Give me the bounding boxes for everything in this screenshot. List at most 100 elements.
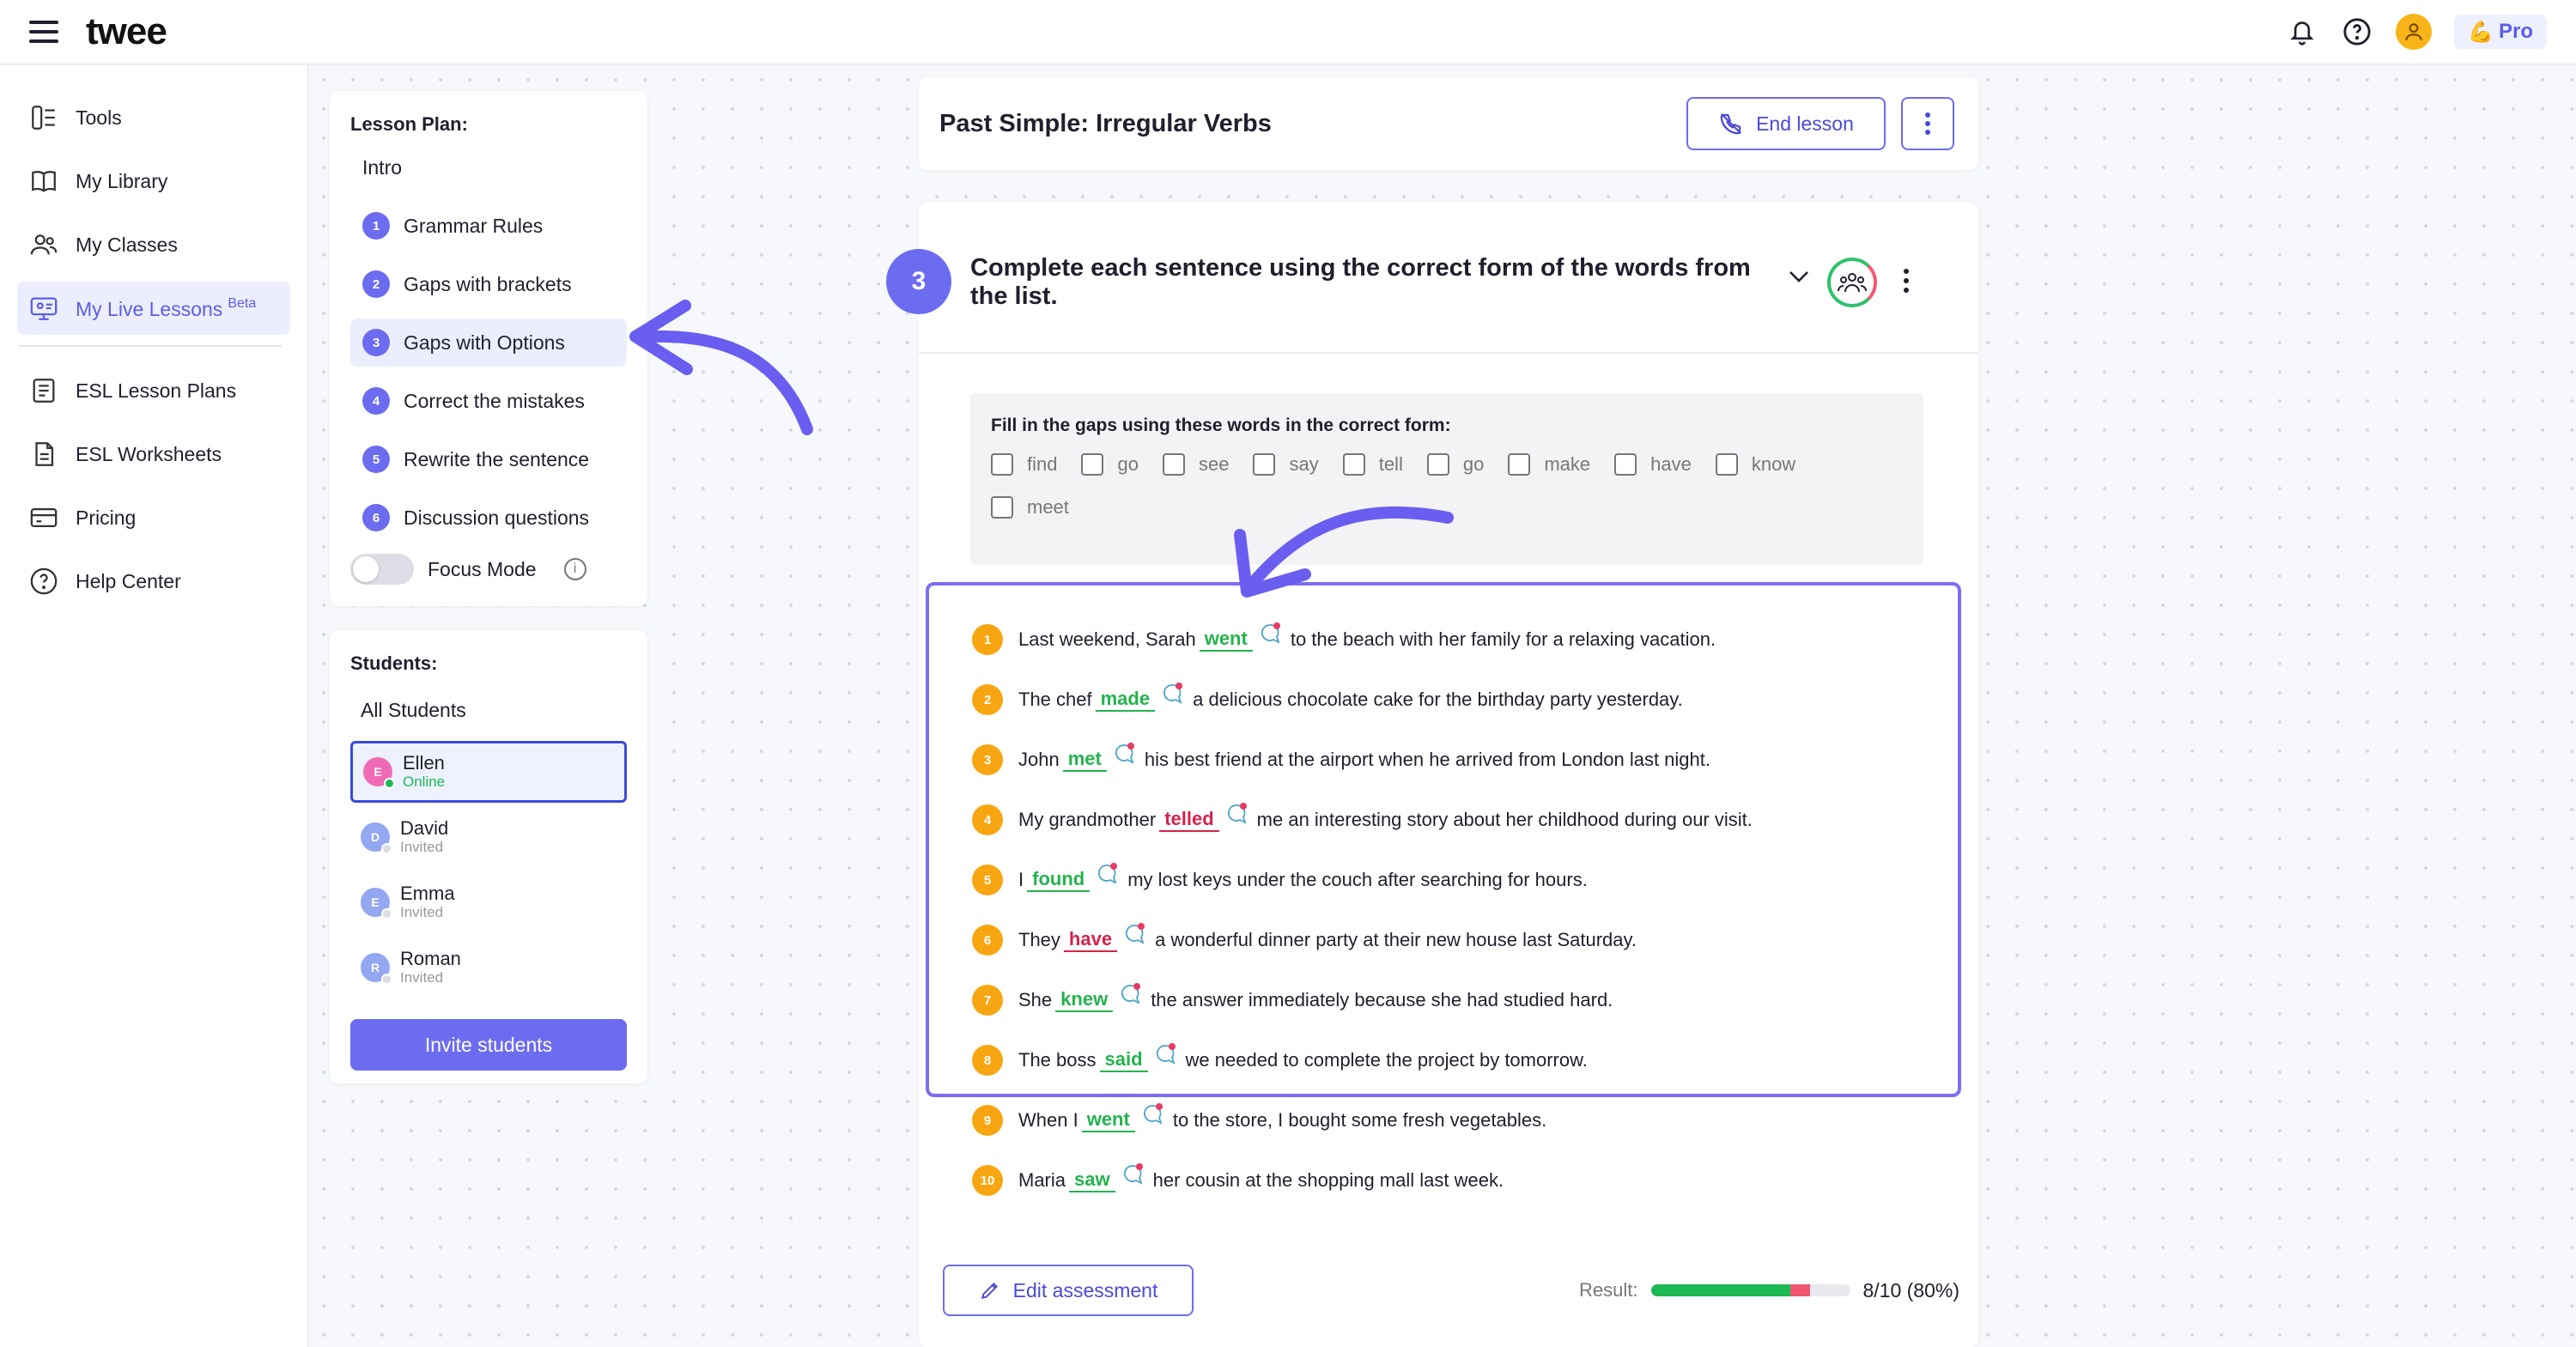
invite-students-button[interactable]: Invite students (350, 1019, 627, 1071)
exercise-kebab-icon[interactable] (1903, 268, 1910, 298)
sentence-text-before: The chef (1018, 689, 1092, 710)
comment-icon[interactable] (1258, 621, 1284, 646)
student-item-ellen[interactable]: E Ellen Online (350, 741, 627, 803)
comment-icon[interactable] (1121, 1162, 1146, 1187)
app-logo[interactable]: twee (86, 10, 167, 53)
checkbox[interactable] (1426, 453, 1449, 476)
info-icon[interactable]: i (563, 558, 586, 580)
group-icon[interactable] (1827, 258, 1877, 307)
word-bank-title: Fill in the gaps using these words in th… (991, 416, 1451, 435)
checkbox[interactable] (991, 453, 1013, 476)
user-avatar[interactable] (2396, 14, 2433, 50)
comment-icon[interactable] (1140, 1101, 1166, 1127)
word-option[interactable]: say (1253, 453, 1319, 476)
nav-my-library[interactable]: My Library (17, 155, 290, 208)
comment-icon[interactable] (1112, 741, 1138, 767)
checkbox[interactable] (1715, 453, 1738, 476)
student-answer[interactable]: saw (1069, 1168, 1115, 1192)
checkbox[interactable] (991, 496, 1013, 519)
classes-icon (30, 234, 58, 255)
sentences-list: 1 Last weekend, Sarah went to the beach wit… (926, 582, 1961, 1196)
sentence-row: 3 John met his best friend at the airport w… (972, 730, 1915, 790)
sentence-number-badge: 10 (972, 1165, 1003, 1196)
sentence-text-before: When I (1018, 1109, 1078, 1131)
exercise-card: 3 Complete each sentence using the corre… (886, 203, 1978, 1347)
checkbox[interactable] (1508, 453, 1531, 476)
student-answer[interactable]: said (1099, 1048, 1148, 1072)
nav-my-live-lessons[interactable]: My Live Lessons Beta (17, 282, 290, 335)
sentence-text-before: Last weekend, Sarah (1018, 628, 1196, 650)
student-answer[interactable]: knew (1055, 988, 1114, 1012)
sentence-number-badge: 8 (972, 1045, 1003, 1076)
lesson-plan-item[interactable]: 6 Discussion questions (350, 494, 627, 542)
student-answer[interactable]: telled (1159, 808, 1219, 832)
lesson-plan-item[interactable]: 2 Gaps with brackets (350, 260, 627, 308)
nav-esl-lesson-plans[interactable]: ESL Lesson Plans (17, 364, 290, 417)
student-answer[interactable]: went (1081, 1108, 1135, 1132)
word-option[interactable]: know (1715, 453, 1795, 476)
students-title: Students: (350, 652, 438, 674)
comment-icon[interactable] (1122, 921, 1148, 947)
student-answer[interactable]: have (1063, 928, 1118, 952)
student-answer[interactable]: found (1027, 868, 1091, 892)
end-lesson-button[interactable]: End lesson (1686, 97, 1886, 150)
sentence-text-after: we needed to complete the project by tom… (1185, 1049, 1588, 1071)
word-option[interactable]: tell (1342, 453, 1403, 476)
comment-icon[interactable] (1118, 981, 1144, 1007)
lesson-plan-panel: Lesson Plan: Intro 1 Grammar Rules 2 Gap… (330, 91, 647, 606)
word-option[interactable]: see (1162, 453, 1229, 476)
bell-icon[interactable] (2286, 15, 2318, 48)
pro-badge[interactable]: 💪 Pro (2454, 15, 2547, 49)
word-option[interactable]: meet (991, 496, 1069, 519)
student-item-david[interactable]: D David Invited (350, 806, 627, 868)
status-badge: Invited (400, 904, 444, 920)
student-answer[interactable]: went (1199, 628, 1253, 652)
word-option[interactable]: have (1614, 453, 1692, 476)
nav-tools[interactable]: Tools (17, 91, 290, 144)
phone-off-icon (1720, 112, 1742, 135)
more-options-button[interactable] (1901, 97, 1954, 150)
word-option[interactable]: go (1081, 453, 1139, 476)
pricing-icon (30, 507, 58, 528)
top-bar: twee 💪 Pro (0, 0, 2576, 65)
tools-icon (32, 106, 55, 130)
comment-icon[interactable] (1160, 681, 1186, 707)
word-option[interactable]: go (1426, 453, 1484, 476)
student-answer[interactable]: made (1095, 688, 1156, 712)
focus-mode-toggle[interactable] (350, 554, 414, 585)
checkbox[interactable] (1253, 453, 1276, 476)
sentence-row: 2 The chef made a delicious chocolate cake … (972, 670, 1915, 730)
comment-icon[interactable] (1224, 801, 1250, 827)
muscle-icon: 💪 (2468, 20, 2494, 44)
lesson-plan-intro[interactable]: Intro (350, 156, 627, 179)
word-option[interactable]: make (1508, 453, 1590, 476)
sentence-number-badge: 7 (972, 985, 1003, 1016)
checkbox[interactable] (1081, 453, 1104, 476)
avatar: E (363, 757, 395, 789)
student-item-roman[interactable]: R Roman Invited (350, 937, 627, 998)
edit-assessment-button[interactable]: Edit assessment (943, 1265, 1194, 1316)
all-students-item[interactable]: All Students (350, 699, 627, 722)
student-answer[interactable]: met (1062, 748, 1107, 772)
word-option[interactable]: find (991, 453, 1057, 476)
chevron-down-icon[interactable] (1788, 270, 1810, 288)
lesson-plan-item-active[interactable]: 3 Gaps with Options (350, 319, 627, 367)
lesson-plan-item[interactable]: 4 Correct the mistakes (350, 377, 627, 425)
step-number-badge: 1 (362, 212, 390, 240)
lesson-plan-item[interactable]: 5 Rewrite the sentence (350, 435, 627, 483)
student-item-emma[interactable]: E Emma Invited (350, 871, 627, 933)
help-icon (30, 567, 58, 595)
comment-icon[interactable] (1095, 861, 1121, 887)
checkbox[interactable] (1342, 453, 1365, 476)
nav-pricing[interactable]: Pricing (17, 491, 290, 544)
nav-my-classes[interactable]: My Classes (17, 218, 290, 271)
checkbox[interactable] (1162, 453, 1185, 476)
nav-esl-worksheets[interactable]: ESL Worksheets (17, 428, 290, 481)
nav-help-center[interactable]: Help Center (17, 555, 290, 608)
lesson-plan-item[interactable]: 1 Grammar Rules (350, 202, 627, 250)
checkbox[interactable] (1614, 453, 1637, 476)
word-bank-list: find go see say tell go make have know m… (991, 453, 1903, 519)
comment-icon[interactable] (1153, 1041, 1179, 1067)
help-circle-icon[interactable] (2341, 15, 2373, 48)
menu-icon[interactable] (29, 21, 58, 43)
